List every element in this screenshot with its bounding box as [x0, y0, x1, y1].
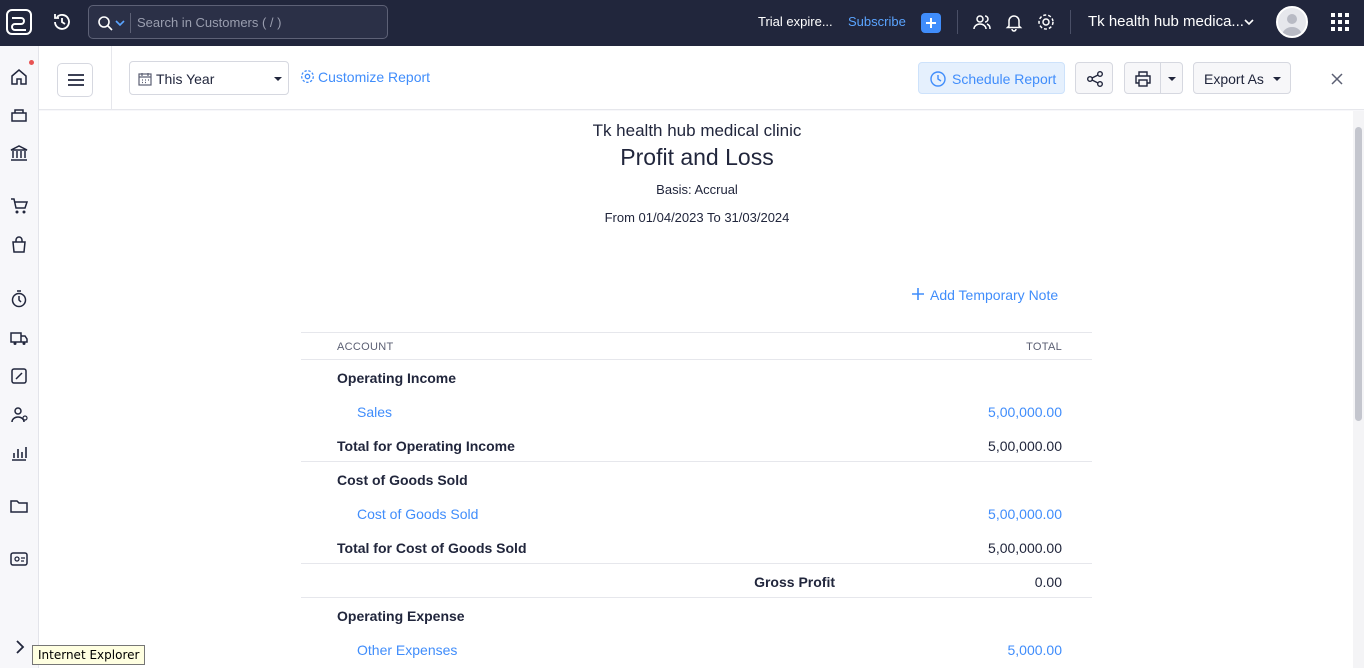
gross-profit-label: Gross Profit [754, 574, 835, 590]
gear-icon [301, 70, 314, 83]
users-icon[interactable] [972, 12, 992, 32]
print-button[interactable] [1124, 62, 1183, 94]
amount-link[interactable]: 5,00,000.00 [988, 404, 1062, 420]
add-temporary-note-label: Add Temporary Note [930, 287, 1059, 303]
share-button[interactable] [1075, 62, 1113, 94]
apps-grid-icon[interactable] [1330, 12, 1350, 32]
report-table: ACCOUNT TOTAL Operating Income Sales 5,0… [301, 332, 1092, 666]
report-content: Tk health hub medical clinic Profit and … [39, 111, 1353, 668]
home-icon[interactable] [9, 67, 29, 87]
sidebar [0, 46, 39, 668]
section-label: Operating Expense [337, 608, 465, 624]
caret-down-icon [1273, 77, 1281, 81]
period-select[interactable]: This Year [129, 61, 289, 95]
scrollbar-thumb[interactable] [1355, 127, 1362, 421]
plus-icon [912, 288, 924, 300]
total-row: Total for Operating Income 5,00,000.00 [301, 428, 1092, 462]
avatar[interactable] [1276, 6, 1308, 38]
amount-link[interactable]: 5,000.00 [1008, 642, 1063, 658]
export-as-label: Export As [1204, 71, 1264, 87]
toolbar-divider [111, 46, 112, 110]
tooltip: Internet Explorer [32, 645, 146, 665]
sales-cart-icon[interactable] [9, 196, 29, 216]
table-row[interactable]: Cost of Goods Sold 5,00,000.00 [301, 496, 1092, 530]
schedule-report-label: Schedule Report [952, 71, 1057, 87]
section-header: Cost of Goods Sold [301, 462, 1092, 496]
hamburger-icon [68, 74, 84, 86]
section-label: Cost of Goods Sold [337, 472, 468, 488]
subscribe-link[interactable]: Subscribe [848, 14, 906, 29]
user-avatar-icon [1282, 14, 1302, 36]
chevron-down-icon[interactable] [115, 18, 125, 28]
print-divider [1160, 63, 1161, 93]
notification-dot [29, 60, 34, 65]
total-label: Total for Cost of Goods Sold [337, 540, 527, 556]
report-company: Tk health hub medical clinic [592, 121, 802, 140]
trial-expiry-text: Trial expire... [758, 14, 833, 29]
items-icon[interactable] [9, 105, 29, 125]
search-divider [130, 13, 131, 33]
period-value: This Year [156, 71, 215, 87]
settings-card-icon[interactable] [9, 549, 29, 569]
table-row[interactable]: Other Expenses 5,000.00 [301, 632, 1092, 666]
amount-link[interactable]: 5,00,000.00 [988, 506, 1062, 522]
section-header: Operating Expense [301, 598, 1092, 632]
gross-profit-value: 0.00 [1034, 574, 1062, 590]
share-icon [1087, 71, 1103, 87]
caret-down-icon [274, 77, 282, 81]
section-label: Operating Income [337, 370, 457, 386]
table-header: ACCOUNT TOTAL [301, 332, 1092, 360]
vertical-scrollbar[interactable] [1353, 111, 1364, 668]
documents-folder-icon[interactable] [9, 496, 29, 516]
close-icon[interactable] [1330, 72, 1344, 86]
schedule-report-button[interactable]: Schedule Report [918, 62, 1065, 94]
clock-icon [930, 71, 946, 87]
organization-switcher[interactable]: Tk health hub medica... [1088, 13, 1244, 30]
app-logo-icon[interactable] [5, 8, 33, 36]
export-as-button[interactable]: Export As [1193, 62, 1291, 94]
customize-report-label: Customize Report [318, 69, 431, 85]
gross-profit-row: Gross Profit 0.00 [301, 564, 1092, 598]
report-title: Profit and Loss [620, 144, 774, 170]
top-navbar: Trial expire... Subscribe Tk health hub … [0, 0, 1364, 46]
contacts-icon[interactable] [9, 405, 29, 425]
menu-toggle-button[interactable] [57, 63, 93, 97]
chevron-down-icon[interactable] [1244, 17, 1254, 27]
total-value: 5,00,000.00 [988, 438, 1062, 454]
expand-chevron-icon[interactable] [11, 638, 29, 656]
search-input[interactable] [137, 6, 382, 38]
purchases-bag-icon[interactable] [9, 235, 29, 255]
total-label: Total for Operating Income [337, 438, 515, 454]
total-row: Total for Cost of Goods Sold 5,00,000.00 [301, 530, 1092, 564]
section-header: Operating Income [301, 360, 1092, 394]
topbar-divider [957, 10, 958, 34]
column-header-account: ACCOUNT [337, 341, 394, 353]
search-icon[interactable] [97, 15, 113, 31]
recent-history-icon[interactable] [52, 12, 72, 32]
banking-icon[interactable] [9, 143, 29, 163]
quick-create-button[interactable] [921, 13, 941, 33]
accountant-icon[interactable] [9, 366, 29, 386]
column-header-total: TOTAL [1026, 341, 1062, 353]
account-link[interactable]: Cost of Goods Sold [357, 506, 478, 522]
delivery-truck-icon[interactable] [9, 328, 29, 348]
global-search [88, 5, 388, 39]
gear-icon[interactable] [1036, 12, 1056, 32]
time-tracking-icon[interactable] [9, 289, 29, 309]
account-link[interactable]: Sales [357, 404, 392, 420]
calendar-icon [138, 73, 152, 86]
report-date-range: From 01/04/2023 To 31/03/2024 [604, 210, 790, 225]
account-link[interactable]: Other Expenses [357, 642, 457, 658]
plus-icon [926, 18, 936, 28]
bell-icon[interactable] [1004, 12, 1024, 32]
caret-down-icon[interactable] [1168, 75, 1176, 83]
report-basis: Basis: Accrual [656, 182, 738, 197]
topbar-divider [1070, 10, 1071, 34]
reports-chart-icon[interactable] [9, 443, 29, 463]
total-value: 5,00,000.00 [988, 540, 1062, 556]
printer-icon [1135, 71, 1151, 87]
report-toolbar: This Year Customize Report Schedule Repo… [39, 46, 1364, 110]
table-row[interactable]: Sales 5,00,000.00 [301, 394, 1092, 428]
